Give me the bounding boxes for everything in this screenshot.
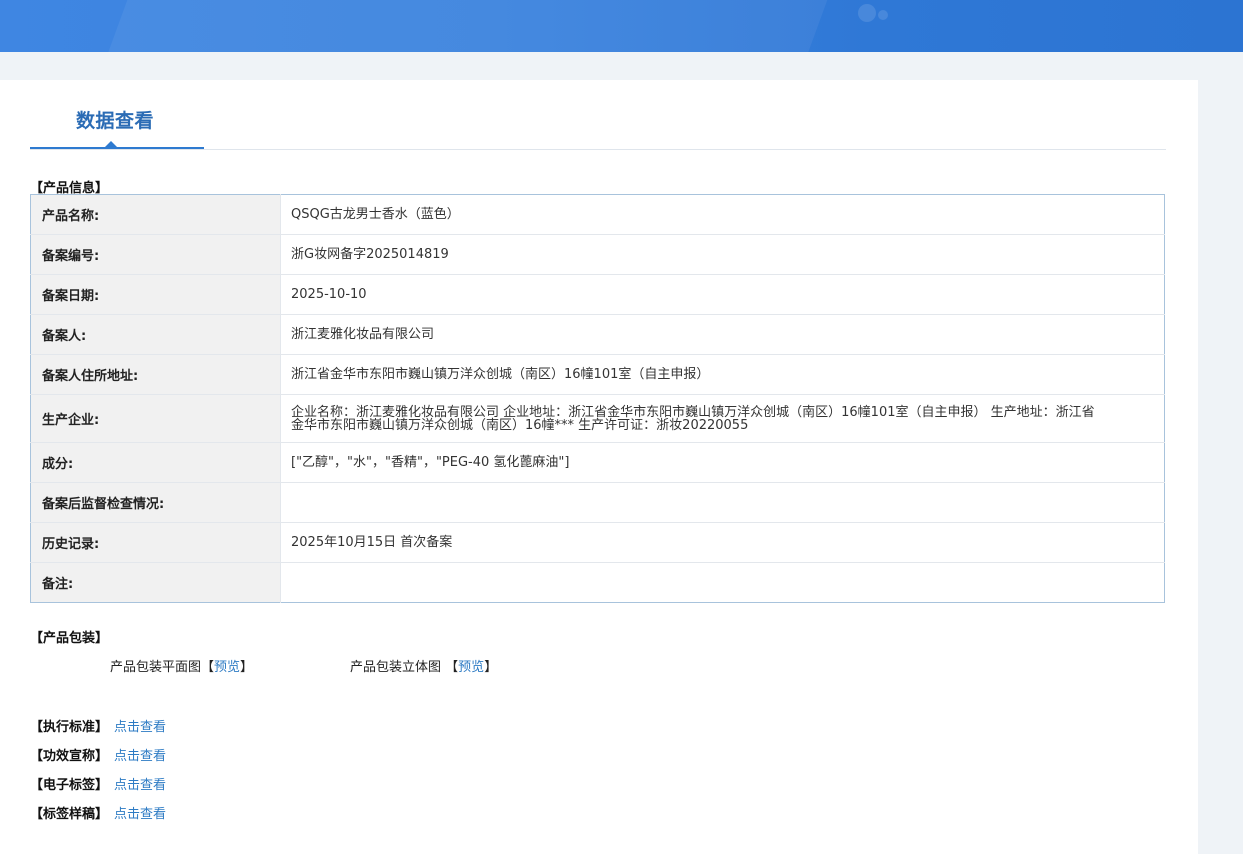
tab-data-view[interactable]: 数据查看 bbox=[76, 106, 154, 133]
row-label: 成分: bbox=[30, 442, 281, 483]
row-label: 备案后监督检查情况: bbox=[30, 482, 281, 523]
banner-decoration bbox=[98, 0, 842, 52]
packaging-stereo-item: 产品包装立体图 【预览】 bbox=[350, 656, 497, 675]
view-standard-link[interactable]: 点击查看 bbox=[114, 720, 166, 735]
product-info-table: 产品名称: QSQG古龙男士香水（蓝色） 备案编号: 浙G妆网备字2025014… bbox=[30, 194, 1165, 603]
document-label: 【标签样稿】 bbox=[30, 807, 109, 822]
row-label: 备案编号: bbox=[30, 234, 281, 275]
document-label: 【电子标签】 bbox=[30, 778, 109, 793]
packaging-flat-item: 产品包装平面图【预览】 bbox=[110, 656, 253, 675]
row-label: 备案日期: bbox=[30, 274, 281, 315]
banner-decoration bbox=[878, 10, 888, 20]
active-tab-indicator bbox=[30, 147, 204, 149]
table-row: 成分: ["乙醇"，"水"，"香精"，"PEG-40 氢化蓖麻油"] bbox=[30, 442, 1165, 483]
row-label: 产品名称: bbox=[30, 194, 281, 235]
table-row: 生产企业: 企业名称：浙江麦雅化妆品有限公司 企业地址：浙江省金华市东阳市巍山镇… bbox=[30, 394, 1165, 443]
row-value: 企业名称：浙江麦雅化妆品有限公司 企业地址：浙江省金华市东阳市巍山镇万洋众创城（… bbox=[280, 394, 1165, 443]
view-label-draft-link[interactable]: 点击查看 bbox=[114, 807, 166, 822]
row-label: 备案人住所地址: bbox=[30, 354, 281, 395]
document-label: 【执行标准】 bbox=[30, 720, 109, 735]
table-row: 历史记录: 2025年10月15日 首次备案 bbox=[30, 522, 1165, 563]
table-row: 备注: bbox=[30, 562, 1165, 603]
document-label: 【功效宣称】 bbox=[30, 749, 109, 764]
tab-bar: 数据查看 bbox=[30, 80, 1166, 150]
header-banner bbox=[0, 0, 1243, 52]
view-e-label-link[interactable]: 点击查看 bbox=[114, 778, 166, 793]
table-row: 备案后监督检查情况: bbox=[30, 482, 1165, 523]
row-label: 历史记录: bbox=[30, 522, 281, 563]
row-value: 浙江麦雅化妆品有限公司 bbox=[280, 314, 1165, 355]
table-row: 备案人住所地址: 浙江省金华市东阳市巍山镇万洋众创城（南区）16幢101室（自主… bbox=[30, 354, 1165, 395]
table-row: 备案编号: 浙G妆网备字2025014819 bbox=[30, 234, 1165, 275]
packaging-section-title: 【产品包装】 bbox=[30, 631, 109, 646]
row-label: 生产企业: bbox=[30, 394, 281, 443]
table-row: 备案人: 浙江麦雅化妆品有限公司 bbox=[30, 314, 1165, 355]
row-value: 2025-10-10 bbox=[280, 274, 1165, 315]
row-value: ["乙醇"，"水"，"香精"，"PEG-40 氢化蓖麻油"] bbox=[280, 442, 1165, 483]
packaging-stereo-preview-link[interactable]: 预览 bbox=[458, 660, 484, 675]
row-value: 浙江省金华市东阳市巍山镇万洋众创城（南区）16幢101室（自主申报） bbox=[280, 354, 1165, 395]
active-tab-caret bbox=[105, 141, 117, 147]
row-value bbox=[281, 563, 1165, 603]
bracket-open: 【 bbox=[445, 660, 459, 675]
bracket-open: 【 bbox=[201, 660, 215, 675]
packaging-stereo-label: 产品包装立体图 bbox=[350, 660, 442, 675]
table-row: 备案日期: 2025-10-10 bbox=[30, 274, 1165, 315]
row-value bbox=[280, 482, 1165, 523]
table-row: 产品名称: QSQG古龙男士香水（蓝色） bbox=[30, 194, 1165, 235]
view-efficacy-link[interactable]: 点击查看 bbox=[114, 749, 166, 764]
bracket-close: 】 bbox=[484, 660, 498, 675]
packaging-flat-preview-link[interactable]: 预览 bbox=[214, 660, 240, 675]
document-row-label-draft: 【标签样稿】 点击查看 bbox=[30, 803, 166, 822]
row-label: 备注: bbox=[30, 562, 281, 603]
content-panel: 数据查看 【产品信息】 产品名称: QSQG古龙男士香水（蓝色） 备案编号: 浙… bbox=[0, 80, 1198, 854]
document-row-standard: 【执行标准】 点击查看 bbox=[30, 716, 166, 735]
packaging-flat-label: 产品包装平面图 bbox=[110, 660, 202, 675]
row-value: QSQG古龙男士香水（蓝色） bbox=[280, 194, 1165, 235]
document-row-e-label: 【电子标签】 点击查看 bbox=[30, 774, 166, 793]
row-label: 备案人: bbox=[30, 314, 281, 355]
row-value: 浙G妆网备字2025014819 bbox=[280, 234, 1165, 275]
row-value: 2025年10月15日 首次备案 bbox=[280, 522, 1165, 563]
bracket-close: 】 bbox=[240, 660, 254, 675]
banner-decoration bbox=[858, 4, 876, 22]
document-row-efficacy: 【功效宣称】 点击查看 bbox=[30, 745, 166, 764]
